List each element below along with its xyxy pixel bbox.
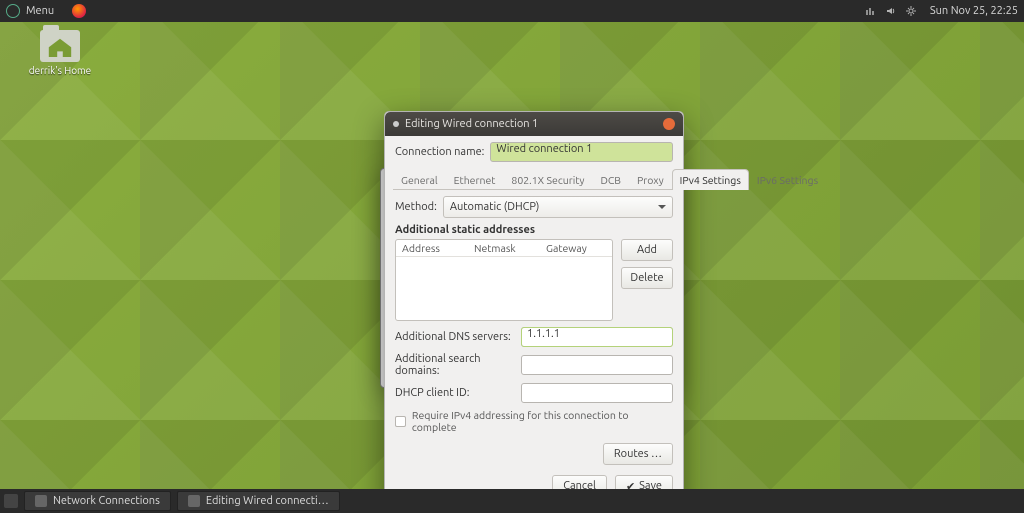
addresses-table[interactable]: Address Netmask Gateway — [395, 239, 613, 321]
dhcp-client-label: DHCP client ID: — [395, 387, 513, 399]
tab-dcb[interactable]: DCB — [592, 169, 629, 190]
close-icon[interactable] — [663, 118, 675, 130]
edit-connection-dialog: Editing Wired connection 1 Connection na… — [384, 111, 684, 508]
dhcp-client-input[interactable] — [521, 383, 673, 403]
method-value: Automatic (DHCP) — [450, 201, 540, 213]
dns-label: Additional DNS servers: — [395, 331, 513, 343]
dialog-titlebar[interactable]: Editing Wired connection 1 — [385, 112, 683, 136]
tab-general[interactable]: General — [393, 169, 446, 190]
menu-label[interactable]: Menu — [26, 5, 54, 17]
chevron-down-icon — [658, 205, 666, 213]
network-tray-icon[interactable] — [864, 4, 878, 18]
tab-ethernet[interactable]: Ethernet — [446, 169, 504, 190]
task-label: Editing Wired connecti… — [206, 495, 329, 507]
method-select[interactable]: Automatic (DHCP) — [443, 196, 673, 218]
addresses-title: Additional static addresses — [395, 224, 673, 236]
require-ipv4-checkbox[interactable] — [395, 416, 406, 427]
bottom-panel: Network Connections Editing Wired connec… — [0, 489, 1024, 513]
firefox-icon[interactable] — [72, 4, 86, 18]
add-button[interactable]: Add — [621, 239, 673, 261]
window-menu-icon[interactable] — [393, 121, 399, 127]
tab-proxy[interactable]: Proxy — [629, 169, 672, 190]
volume-tray-icon[interactable] — [884, 4, 898, 18]
routes-button[interactable]: Routes … — [603, 443, 673, 465]
menu-icon[interactable] — [6, 4, 20, 18]
connection-name-label: Connection name: — [395, 146, 484, 158]
settings-tray-icon[interactable] — [904, 4, 918, 18]
tab-8021x[interactable]: 802.1X Security — [503, 169, 592, 190]
col-gateway: Gateway — [540, 240, 612, 256]
tab-ipv6[interactable]: IPv6 Settings — [749, 169, 826, 190]
connection-name-input[interactable]: Wired connection 1 — [490, 142, 673, 162]
task-label: Network Connections — [53, 495, 160, 507]
col-address: Address — [396, 240, 468, 256]
tab-ipv4[interactable]: IPv4 Settings — [672, 169, 749, 190]
editing-connection-icon — [188, 495, 200, 507]
search-domains-label: Additional search domains: — [395, 353, 513, 377]
task-network-connections[interactable]: Network Connections — [24, 491, 171, 511]
method-label: Method: — [395, 201, 437, 213]
dns-input[interactable]: 1.1.1.1 — [521, 327, 673, 347]
show-desktop-button[interactable] — [4, 494, 18, 508]
home-folder-label: derrik's Home — [28, 65, 92, 76]
require-ipv4-label: Require IPv4 addressing for this connect… — [412, 409, 673, 433]
home-folder-icon[interactable]: derrik's Home — [28, 30, 92, 76]
search-domains-input[interactable] — [521, 355, 673, 375]
top-panel: Menu Sun Nov 25, 22:25 — [0, 0, 1024, 22]
dialog-title: Editing Wired connection 1 — [405, 118, 538, 130]
delete-button[interactable]: Delete — [621, 267, 673, 289]
network-connections-icon — [35, 495, 47, 507]
col-netmask: Netmask — [468, 240, 540, 256]
clock[interactable]: Sun Nov 25, 22:25 — [930, 5, 1018, 17]
tabs: General Ethernet 802.1X Security DCB Pro… — [393, 168, 675, 190]
task-editing-connection[interactable]: Editing Wired connecti… — [177, 491, 340, 511]
